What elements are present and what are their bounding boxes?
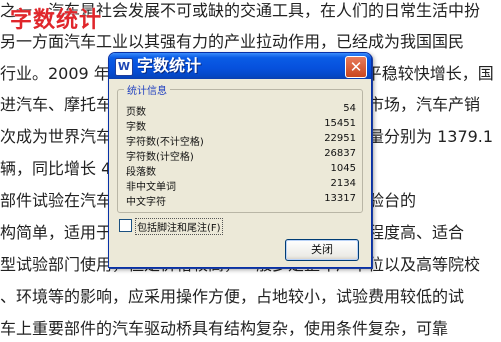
stat-label: 字数	[126, 122, 146, 133]
stat-value: 15451	[324, 118, 356, 129]
stat-row-paragraphs: 段落数 1045	[126, 163, 356, 178]
stat-label: 中文字符	[126, 197, 166, 208]
stat-row-non-chinese-words: 非中文单词 2134	[126, 178, 356, 193]
stat-row-chinese-chars: 中文字符 13317	[126, 193, 356, 208]
include-footnotes-label[interactable]: 包括脚注和尾注(F)	[135, 218, 223, 235]
stat-value: 26837	[324, 148, 356, 159]
stat-label: 字符数(计空格)	[126, 152, 194, 163]
stat-label: 非中文单词	[126, 182, 176, 193]
stat-row-words: 字数 15451	[126, 118, 356, 133]
stat-value: 1045	[330, 163, 356, 174]
word-count-dialog: W 字数统计 ✕ 统计信息 页数 54 字数 15451 字符数(不计空格) 2…	[108, 52, 372, 268]
stat-value: 22951	[324, 133, 356, 144]
stat-value: 13317	[324, 193, 356, 204]
document-line: 车上重要部件的汽车驱动桥具有结构复杂，使用条件复杂，可靠	[0, 319, 449, 338]
document-line: 、环境等的影响，应采用操作方便，占地较小，试验费用较低的试	[0, 287, 465, 306]
stat-row-chars-with-spaces: 字符数(计空格) 26837	[126, 148, 356, 163]
statistics-group-label: 统计信息	[124, 82, 170, 97]
stat-row-chars-no-spaces: 字符数(不计空格) 22951	[126, 133, 356, 148]
stat-label: 字符数(不计空格)	[126, 137, 204, 148]
stat-value: 2134	[330, 178, 356, 189]
close-button[interactable]: 关闭	[285, 239, 359, 261]
dialog-title: 字数统计	[137, 56, 202, 75]
stat-label: 段落数	[126, 167, 156, 178]
word-app-icon: W	[115, 58, 133, 76]
stat-row-pages: 页数 54	[126, 103, 356, 118]
stat-label: 页数	[126, 107, 146, 118]
include-footnotes-option[interactable]: 包括脚注和尾注(F)	[119, 217, 269, 235]
close-icon[interactable]: ✕	[345, 56, 367, 78]
dialog-titlebar[interactable]: W 字数统计 ✕	[109, 53, 371, 79]
watermark-title: 字数统计	[10, 8, 103, 33]
statistics-group: 统计信息 页数 54 字数 15451 字符数(不计空格) 22951 字符数(…	[117, 82, 363, 213]
stat-value: 54	[343, 103, 356, 114]
include-footnotes-checkbox[interactable]	[119, 219, 132, 232]
